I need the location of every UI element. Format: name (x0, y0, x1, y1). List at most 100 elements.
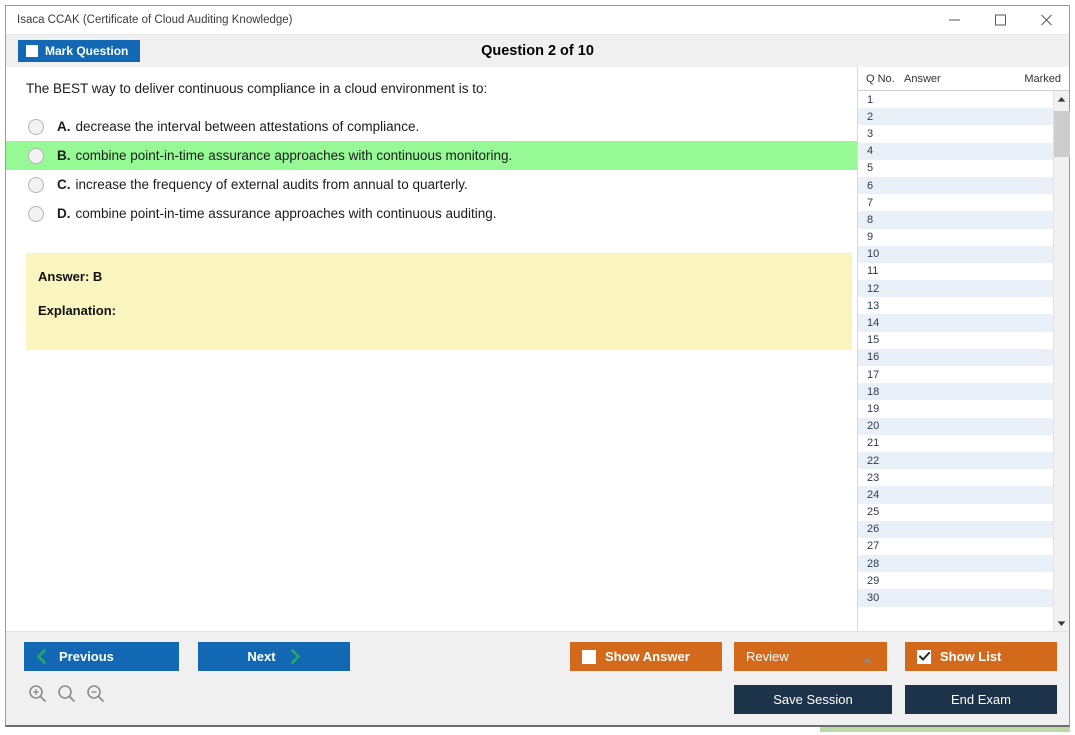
mark-question-label: Mark Question (45, 44, 129, 58)
table-row[interactable]: 8 (858, 211, 1053, 229)
cell-qno: 17 (867, 368, 880, 381)
column-header-answer: Answer (904, 72, 941, 85)
answer-label: Answer: B (38, 269, 103, 284)
review-label: Review (746, 649, 789, 664)
answer-option-d[interactable]: D. combine point-in-time assurance approa… (6, 199, 857, 228)
table-row[interactable]: 1 (858, 91, 1053, 108)
next-button[interactable]: Next (198, 642, 350, 671)
previous-button[interactable]: Previous (24, 642, 179, 671)
table-row[interactable]: 11 (858, 263, 1053, 280)
table-row[interactable]: 6 (858, 176, 1053, 195)
end-exam-button[interactable]: End Exam (905, 685, 1057, 714)
show-answer-label: Show Answer (605, 649, 690, 664)
answer-option-c[interactable]: C. increase the frequency of external aud… (6, 170, 857, 199)
cell-qno: 20 (867, 420, 880, 433)
option-text: combine point-in-time assurance approach… (75, 206, 497, 221)
table-row[interactable]: 27 (858, 538, 1053, 555)
question-list-panel: Q No. Answer Marked 1 2 3 4 5 6 7 8 9 10 11 12 13 14 1… (857, 67, 1070, 631)
show-answer-button[interactable]: Show Answer (570, 642, 722, 671)
scrollbar-track[interactable] (1053, 107, 1070, 615)
zoom-toolbar (28, 684, 105, 708)
table-row[interactable]: 26 (858, 520, 1053, 538)
table-row[interactable]: 3 (858, 125, 1053, 142)
table-row[interactable]: 28 (858, 555, 1053, 573)
table-row[interactable]: 15 (858, 332, 1053, 349)
scroll-down-icon[interactable] (1054, 615, 1070, 631)
table-row[interactable]: 10 (858, 245, 1053, 263)
show-answer-checkbox[interactable] (582, 649, 596, 664)
option-letter: A. (57, 119, 71, 134)
scroll-up-icon[interactable] (1054, 91, 1070, 107)
answer-option-a[interactable]: A. decrease the interval between attestat… (6, 112, 857, 141)
table-row[interactable]: 2 (858, 108, 1053, 126)
chevron-left-icon (36, 649, 47, 664)
zoom-reset-icon[interactable] (57, 684, 76, 708)
table-row[interactable]: 17 (858, 366, 1053, 383)
table-row[interactable]: 22 (858, 451, 1053, 470)
radio-button[interactable] (28, 147, 44, 164)
question-counter: Question 2 of 10 (481, 43, 594, 59)
explanation-label: Explanation: (38, 303, 117, 318)
table-row[interactable]: 14 (858, 314, 1053, 332)
cell-qno: 2 (867, 110, 874, 123)
answer-options-list: A. decrease the interval between attestat… (6, 112, 857, 228)
column-header-qno: Q No. (866, 72, 895, 85)
question-content-pane: The BEST way to deliver continuous compl… (6, 67, 857, 631)
table-row[interactable]: 30 (858, 589, 1053, 607)
cell-qno: 16 (867, 351, 880, 364)
table-row[interactable]: 21 (858, 435, 1053, 452)
minimize-icon[interactable] (931, 6, 977, 34)
cell-qno: 29 (867, 574, 880, 587)
end-exam-label: End Exam (951, 692, 1011, 707)
show-list-label: Show List (940, 649, 1002, 664)
cell-qno: 13 (867, 299, 880, 312)
option-letter: C. (57, 177, 71, 192)
table-row[interactable]: 13 (858, 297, 1053, 314)
table-row[interactable]: 19 (858, 400, 1053, 417)
table-row[interactable]: 24 (858, 486, 1053, 504)
table-row[interactable]: 23 (858, 469, 1053, 486)
scrollbar-thumb[interactable] (1053, 111, 1070, 157)
maximize-icon[interactable] (977, 6, 1023, 34)
radio-button[interactable] (28, 176, 44, 193)
close-icon[interactable] (1023, 6, 1069, 34)
cell-qno: 8 (867, 213, 874, 226)
question-list-header: Q No. Answer Marked (858, 67, 1069, 91)
zoom-in-icon[interactable] (28, 684, 47, 708)
mark-question-button[interactable]: Mark Question (18, 40, 141, 62)
table-row[interactable]: 5 (858, 160, 1053, 177)
answer-explanation-panel: Answer: B Explanation: (26, 253, 852, 350)
question-list-scrollbar[interactable] (1053, 91, 1070, 631)
table-row[interactable]: 9 (858, 229, 1053, 246)
table-row[interactable]: 16 (858, 348, 1053, 366)
radio-button[interactable] (28, 118, 44, 135)
exam-body: The BEST way to deliver continuous compl… (6, 67, 1070, 631)
table-row[interactable]: 12 (858, 280, 1053, 298)
zoom-out-icon[interactable] (86, 684, 105, 708)
table-row[interactable]: 7 (858, 194, 1053, 211)
cell-qno: 6 (867, 179, 874, 192)
window-title: Isaca CCAK (Certificate of Cloud Auditin… (17, 14, 293, 26)
question-stem: The BEST way to deliver continuous compl… (26, 81, 488, 96)
review-dropdown[interactable]: Review (734, 642, 887, 671)
save-session-label: Save Session (773, 692, 853, 707)
cell-qno: 5 (867, 162, 874, 175)
table-row[interactable]: 4 (858, 142, 1053, 160)
show-list-checkbox[interactable] (917, 649, 931, 664)
table-row[interactable]: 18 (858, 383, 1053, 401)
chevron-right-icon (290, 649, 301, 664)
cell-qno: 4 (867, 145, 874, 158)
option-letter: D. (57, 206, 71, 221)
table-row[interactable]: 20 (858, 417, 1053, 435)
save-session-button[interactable]: Save Session (734, 685, 892, 714)
radio-button[interactable] (28, 205, 44, 222)
table-row[interactable]: 29 (858, 572, 1053, 589)
title-bar: Isaca CCAK (Certificate of Cloud Auditin… (6, 6, 1069, 35)
answer-option-b[interactable]: B. combine point-in-time assurance approa… (6, 141, 857, 170)
table-row[interactable]: 25 (858, 504, 1053, 521)
show-list-button[interactable]: Show List (905, 642, 1057, 671)
footer-toolbar: Previous Next Show Answer Review Show Li… (6, 631, 1069, 725)
cell-qno: 3 (867, 127, 874, 140)
cell-qno: 27 (867, 540, 880, 553)
mark-question-checkbox[interactable] (26, 45, 38, 57)
